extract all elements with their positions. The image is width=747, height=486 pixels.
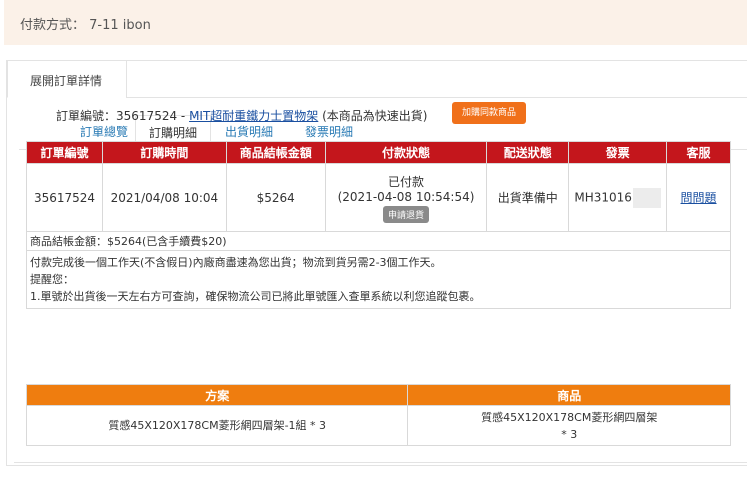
cell-amount: $5264 bbox=[225, 163, 326, 232]
table-row: 35617524 2021/04/08 10:04 $5264 已付款 (202… bbox=[26, 163, 731, 232]
summary-row: 商品結帳金額：$5264(已含手續費$20) bbox=[26, 231, 731, 251]
cell-service: 問問題 bbox=[666, 163, 731, 232]
col-amount: 商品結帳金額 bbox=[225, 141, 326, 164]
cell-order-no: 35617524 bbox=[26, 163, 103, 232]
apply-return-button[interactable]: 申請退貨 bbox=[383, 205, 430, 223]
payment-method-bar: 付款方式： 7-11 ibon bbox=[4, 0, 747, 45]
payment-label: 付款方式： bbox=[20, 18, 86, 33]
payment-time: (2021-04-08 10:54:54) bbox=[337, 189, 475, 204]
panel-bottom-divider bbox=[14, 462, 747, 463]
plan-table: 方案 商品 質感45X120X178CM菱形網四層架-1組 * 3 質感45X1… bbox=[25, 384, 731, 446]
col-order-no: 訂單編號 bbox=[26, 141, 103, 164]
quick-ship-note: (本商品為快速出貨) bbox=[318, 109, 428, 123]
cell-order-time: 2021/04/08 10:04 bbox=[101, 163, 227, 232]
cell-plan: 質感45X120X178CM菱形網四層架-1組 * 3 bbox=[25, 405, 409, 446]
cell-product: 質感45X120X178CM菱形網四層架 * 3 bbox=[407, 405, 731, 446]
col-payment-status: 付款狀態 bbox=[324, 141, 488, 164]
order-table: 訂單編號 訂購時間 商品結帳金額 付款狀態 配送狀態 發票 客服 3561752… bbox=[26, 141, 731, 309]
amount-summary: 商品結帳金額：$5264(已含手續費$20) bbox=[26, 231, 731, 251]
order-number-label: 訂單編號： bbox=[56, 109, 117, 123]
note-line: 1.單號於出貨後一天左右方可查詢，確保物流公司已將此單號匯入查單系統以利您追蹤包… bbox=[30, 290, 481, 303]
product-link[interactable]: MIT超耐重鐵力士置物架 bbox=[189, 109, 318, 123]
table-row: 質感45X120X178CM菱形網四層架-1組 * 3 質感45X120X178… bbox=[25, 405, 731, 446]
order-number: 35617524 bbox=[116, 109, 178, 123]
product-name: 質感45X120X178CM菱形網四層架 bbox=[481, 410, 658, 424]
col-order-time: 訂購時間 bbox=[101, 141, 227, 164]
order-summary-line: 訂單編號：35617524 - MIT超耐重鐵力士置物架 (本商品為快速出貨) bbox=[56, 109, 428, 123]
col-delivery-status: 配送狀態 bbox=[486, 141, 570, 164]
add-same-product-button[interactable]: 加購同款商品 bbox=[452, 102, 526, 124]
cell-payment-status: 已付款 (2021-04-08 10:54:54) 申請退貨 bbox=[324, 163, 488, 232]
product-qty: * 3 bbox=[561, 427, 578, 441]
payment-value: 7-11 ibon bbox=[89, 18, 151, 33]
notes-row: 付款完成後一個工作天(不含假日)內廠商盡速為您出貨；物流到貨另需2-3個工作天。… bbox=[26, 250, 731, 309]
expand-order-details-tab[interactable]: 展開訂單詳情 bbox=[7, 60, 127, 98]
col-plan: 方案 bbox=[25, 384, 409, 406]
panel-divider bbox=[126, 97, 747, 98]
note-line: 付款完成後一個工作天(不含假日)內廠商盡速為您出貨；物流到貨另需2-3個工作天。 bbox=[30, 256, 442, 269]
ask-question-link[interactable]: 問問題 bbox=[681, 191, 717, 205]
plan-table-header: 方案 商品 bbox=[25, 384, 731, 406]
payment-status-text: 已付款 bbox=[388, 174, 425, 189]
cell-invoice: MH31016 bbox=[568, 163, 668, 232]
cell-delivery-status: 出貨準備中 bbox=[486, 163, 570, 232]
expand-order-details-label: 展開訂單詳情 bbox=[30, 74, 103, 88]
order-table-header: 訂單編號 訂購時間 商品結帳金額 付款狀態 配送狀態 發票 客服 bbox=[26, 141, 731, 164]
invoice-number: MH31016 bbox=[574, 190, 632, 204]
invoice-redacted bbox=[632, 187, 661, 208]
col-invoice: 發票 bbox=[568, 141, 668, 164]
shipping-notes: 付款完成後一個工作天(不含假日)內廠商盡速為您出貨；物流到貨另需2-3個工作天。… bbox=[26, 250, 731, 309]
note-line: 提醒您： bbox=[30, 273, 74, 286]
col-service: 客服 bbox=[666, 141, 731, 164]
col-product: 商品 bbox=[407, 384, 731, 406]
